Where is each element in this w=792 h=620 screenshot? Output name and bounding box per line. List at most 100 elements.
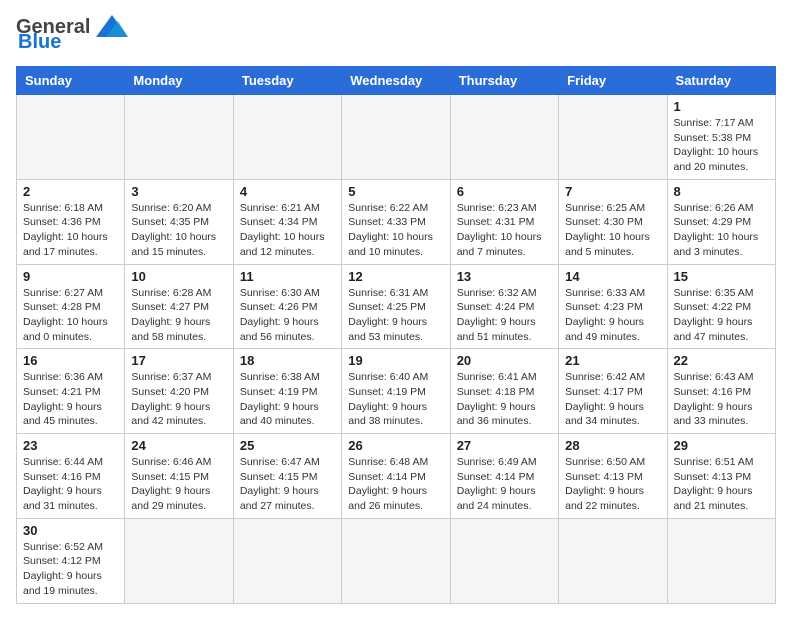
- day-number: 15: [674, 269, 769, 284]
- day-info: Sunrise: 6:22 AM Sunset: 4:33 PM Dayligh…: [348, 201, 443, 260]
- calendar-cell: 29 Sunrise: 6:51 AM Sunset: 4:13 PM Dayli…: [667, 434, 775, 519]
- calendar-cell: 4 Sunrise: 6:21 AM Sunset: 4:34 PM Daylig…: [233, 179, 341, 264]
- day-info: Sunrise: 6:35 AM Sunset: 4:22 PM Dayligh…: [674, 286, 769, 345]
- day-info: Sunrise: 6:38 AM Sunset: 4:19 PM Dayligh…: [240, 370, 335, 429]
- day-info: Sunrise: 6:23 AM Sunset: 4:31 PM Dayligh…: [457, 201, 552, 260]
- logo-area: General Blue: [16, 16, 130, 54]
- calendar-cell: 11 Sunrise: 6:30 AM Sunset: 4:26 PM Dayli…: [233, 264, 341, 349]
- day-number: 10: [131, 269, 226, 284]
- day-info: Sunrise: 6:42 AM Sunset: 4:17 PM Dayligh…: [565, 370, 660, 429]
- day-info: Sunrise: 6:27 AM Sunset: 4:28 PM Dayligh…: [23, 286, 118, 345]
- day-info: Sunrise: 6:30 AM Sunset: 4:26 PM Dayligh…: [240, 286, 335, 345]
- calendar-cell: 1Sunrise: 7:17 AM Sunset: 5:38 PM Daylig…: [667, 95, 775, 180]
- day-info: Sunrise: 6:49 AM Sunset: 4:14 PM Dayligh…: [457, 455, 552, 514]
- day-number: 2: [23, 184, 118, 199]
- day-info: Sunrise: 6:46 AM Sunset: 4:15 PM Dayligh…: [131, 455, 226, 514]
- day-number: 18: [240, 353, 335, 368]
- day-number: 26: [348, 438, 443, 453]
- weekday-header-monday: Monday: [125, 67, 233, 95]
- day-info: Sunrise: 6:44 AM Sunset: 4:16 PM Dayligh…: [23, 455, 118, 514]
- calendar-cell: [559, 518, 667, 603]
- day-number: 29: [674, 438, 769, 453]
- calendar-cell: 3 Sunrise: 6:20 AM Sunset: 4:35 PM Daylig…: [125, 179, 233, 264]
- day-info: Sunrise: 6:31 AM Sunset: 4:25 PM Dayligh…: [348, 286, 443, 345]
- calendar-cell: 30 Sunrise: 6:52 AM Sunset: 4:12 PM Dayli…: [17, 518, 125, 603]
- calendar-cell: 22 Sunrise: 6:43 AM Sunset: 4:16 PM Dayli…: [667, 349, 775, 434]
- calendar-cell: 20Sunrise: 6:41 AM Sunset: 4:18 PM Dayli…: [450, 349, 558, 434]
- calendar-cell: [342, 95, 450, 180]
- day-info: Sunrise: 6:51 AM Sunset: 4:13 PM Dayligh…: [674, 455, 769, 514]
- day-number: 14: [565, 269, 660, 284]
- day-info: Sunrise: 6:21 AM Sunset: 4:34 PM Dayligh…: [240, 201, 335, 260]
- day-info: Sunrise: 6:28 AM Sunset: 4:27 PM Dayligh…: [131, 286, 226, 345]
- day-info: Sunrise: 6:36 AM Sunset: 4:21 PM Dayligh…: [23, 370, 118, 429]
- day-number: 12: [348, 269, 443, 284]
- day-number: 16: [23, 353, 118, 368]
- day-number: 4: [240, 184, 335, 199]
- day-number: 24: [131, 438, 226, 453]
- page-header: General Blue: [16, 16, 776, 54]
- day-number: 21: [565, 353, 660, 368]
- day-number: 22: [674, 353, 769, 368]
- day-info: Sunrise: 6:25 AM Sunset: 4:30 PM Dayligh…: [565, 201, 660, 260]
- calendar-cell: 9Sunrise: 6:27 AM Sunset: 4:28 PM Daylig…: [17, 264, 125, 349]
- calendar-cell: 17 Sunrise: 6:37 AM Sunset: 4:20 PM Dayli…: [125, 349, 233, 434]
- weekday-header-tuesday: Tuesday: [233, 67, 341, 95]
- calendar-table: SundayMondayTuesdayWednesdayThursdayFrid…: [16, 66, 776, 604]
- day-info: Sunrise: 6:32 AM Sunset: 4:24 PM Dayligh…: [457, 286, 552, 345]
- day-number: 23: [23, 438, 118, 453]
- day-info: Sunrise: 6:52 AM Sunset: 4:12 PM Dayligh…: [23, 540, 118, 599]
- calendar-cell: 28Sunrise: 6:50 AM Sunset: 4:13 PM Dayli…: [559, 434, 667, 519]
- calendar-cell: 26 Sunrise: 6:48 AM Sunset: 4:14 PM Dayli…: [342, 434, 450, 519]
- day-number: 13: [457, 269, 552, 284]
- day-info: Sunrise: 6:43 AM Sunset: 4:16 PM Dayligh…: [674, 370, 769, 429]
- weekday-header-saturday: Saturday: [667, 67, 775, 95]
- day-number: 28: [565, 438, 660, 453]
- calendar-week-row: 23 Sunrise: 6:44 AM Sunset: 4:16 PM Dayli…: [17, 434, 776, 519]
- calendar-cell: 12 Sunrise: 6:31 AM Sunset: 4:25 PM Dayli…: [342, 264, 450, 349]
- calendar-week-row: 30 Sunrise: 6:52 AM Sunset: 4:12 PM Dayli…: [17, 518, 776, 603]
- day-info: Sunrise: 6:37 AM Sunset: 4:20 PM Dayligh…: [131, 370, 226, 429]
- day-info: Sunrise: 6:48 AM Sunset: 4:14 PM Dayligh…: [348, 455, 443, 514]
- day-info: Sunrise: 6:26 AM Sunset: 4:29 PM Dayligh…: [674, 201, 769, 260]
- calendar-cell: 27Sunrise: 6:49 AM Sunset: 4:14 PM Dayli…: [450, 434, 558, 519]
- weekday-header-thursday: Thursday: [450, 67, 558, 95]
- weekday-header-sunday: Sunday: [17, 67, 125, 95]
- weekday-header-friday: Friday: [559, 67, 667, 95]
- weekday-header-row: SundayMondayTuesdayWednesdayThursdayFrid…: [17, 67, 776, 95]
- calendar-cell: [667, 518, 775, 603]
- day-info: Sunrise: 6:47 AM Sunset: 4:15 PM Dayligh…: [240, 455, 335, 514]
- day-number: 3: [131, 184, 226, 199]
- calendar-cell: 8 Sunrise: 6:26 AM Sunset: 4:29 PM Daylig…: [667, 179, 775, 264]
- calendar-cell: 21 Sunrise: 6:42 AM Sunset: 4:17 PM Dayli…: [559, 349, 667, 434]
- day-number: 8: [674, 184, 769, 199]
- calendar-cell: 6Sunrise: 6:23 AM Sunset: 4:31 PM Daylig…: [450, 179, 558, 264]
- day-number: 30: [23, 523, 118, 538]
- day-number: 17: [131, 353, 226, 368]
- day-number: 25: [240, 438, 335, 453]
- day-number: 19: [348, 353, 443, 368]
- calendar-cell: 18 Sunrise: 6:38 AM Sunset: 4:19 PM Dayli…: [233, 349, 341, 434]
- calendar-cell: 14 Sunrise: 6:33 AM Sunset: 4:23 PM Dayli…: [559, 264, 667, 349]
- calendar-cell: [559, 95, 667, 180]
- calendar-cell: [17, 95, 125, 180]
- calendar-cell: [125, 95, 233, 180]
- day-number: 11: [240, 269, 335, 284]
- day-info: Sunrise: 6:18 AM Sunset: 4:36 PM Dayligh…: [23, 201, 118, 260]
- calendar-cell: 13 Sunrise: 6:32 AM Sunset: 4:24 PM Dayli…: [450, 264, 558, 349]
- calendar-week-row: 16 Sunrise: 6:36 AM Sunset: 4:21 PM Dayli…: [17, 349, 776, 434]
- calendar-cell: [342, 518, 450, 603]
- day-info: Sunrise: 6:33 AM Sunset: 4:23 PM Dayligh…: [565, 286, 660, 345]
- day-info: Sunrise: 6:20 AM Sunset: 4:35 PM Dayligh…: [131, 201, 226, 260]
- calendar-week-row: 9Sunrise: 6:27 AM Sunset: 4:28 PM Daylig…: [17, 264, 776, 349]
- calendar-cell: 16 Sunrise: 6:36 AM Sunset: 4:21 PM Dayli…: [17, 349, 125, 434]
- day-number: 7: [565, 184, 660, 199]
- calendar-cell: [450, 518, 558, 603]
- calendar-cell: 5Sunrise: 6:22 AM Sunset: 4:33 PM Daylig…: [342, 179, 450, 264]
- calendar-cell: 2 Sunrise: 6:18 AM Sunset: 4:36 PM Daylig…: [17, 179, 125, 264]
- day-info: Sunrise: 7:17 AM Sunset: 5:38 PM Dayligh…: [674, 116, 769, 175]
- calendar-week-row: 2 Sunrise: 6:18 AM Sunset: 4:36 PM Daylig…: [17, 179, 776, 264]
- calendar-cell: [125, 518, 233, 603]
- logo-blue-icon: [92, 13, 130, 39]
- weekday-header-wednesday: Wednesday: [342, 67, 450, 95]
